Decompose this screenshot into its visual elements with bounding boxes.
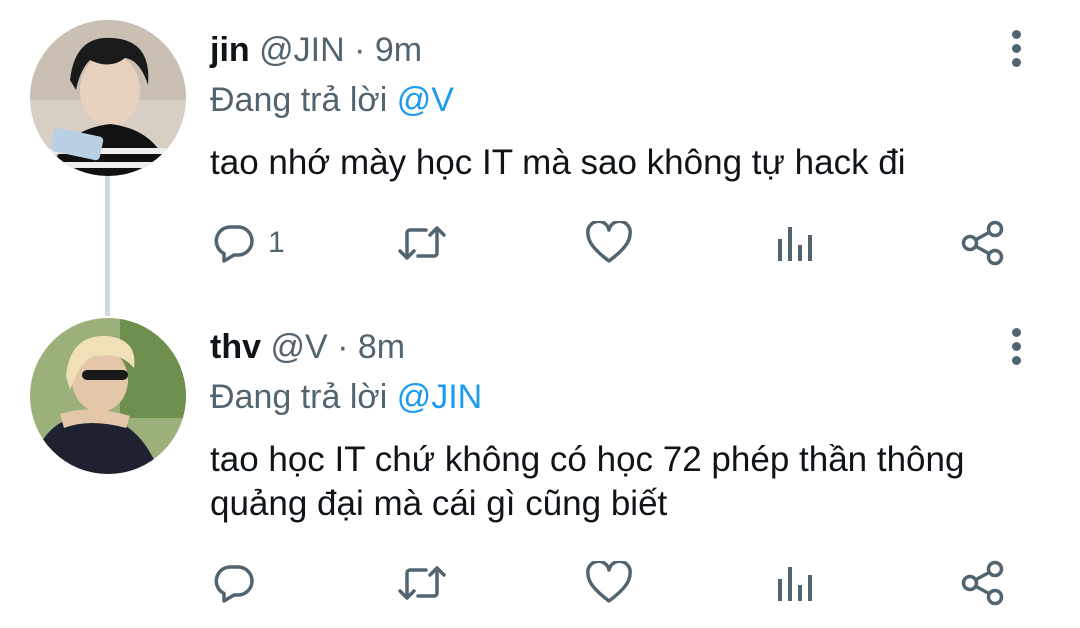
more-options-icon[interactable] bbox=[1004, 324, 1028, 368]
reply-icon bbox=[214, 225, 254, 263]
avatar-jin[interactable] bbox=[30, 20, 186, 176]
reply-count: 1 bbox=[268, 226, 285, 259]
handle[interactable]: @JIN bbox=[259, 31, 345, 69]
like-button[interactable] bbox=[585, 558, 633, 608]
tweet-actions: 1 bbox=[210, 218, 1040, 268]
analytics-icon bbox=[778, 567, 812, 601]
more-options-icon[interactable] bbox=[1004, 26, 1028, 70]
tweet-2[interactable]: thv @V · 8m Đang trả lời @JIN tao học IT… bbox=[0, 300, 1080, 628]
share-button[interactable] bbox=[960, 218, 1006, 268]
retweet-button[interactable] bbox=[396, 558, 448, 608]
tweet-header: jin @JIN · 9m bbox=[210, 30, 422, 70]
retweet-icon bbox=[398, 226, 446, 260]
replying-to: Đang trả lời @V bbox=[210, 80, 454, 120]
tweet-text: tao nhớ mày học IT mà sao không tự hack … bbox=[210, 143, 906, 182]
analytics-icon bbox=[778, 227, 812, 261]
timestamp[interactable]: 9m bbox=[375, 31, 422, 69]
avatar-thv[interactable] bbox=[30, 318, 186, 474]
display-name[interactable]: thv bbox=[210, 328, 261, 366]
like-icon bbox=[586, 561, 632, 603]
like-button[interactable] bbox=[585, 218, 633, 268]
reply-button[interactable] bbox=[212, 558, 268, 608]
timestamp[interactable]: 8m bbox=[358, 328, 405, 366]
tweet-actions bbox=[210, 558, 1040, 608]
mention-link[interactable]: @JIN bbox=[397, 378, 483, 416]
replying-label: Đang trả lời bbox=[210, 378, 388, 416]
display-name[interactable]: jin bbox=[210, 31, 250, 69]
reply-icon bbox=[214, 565, 254, 603]
tweet-1[interactable]: jin @JIN · 9m Đang trả lời @V tao nhớ mà… bbox=[0, 0, 1080, 300]
reply-button[interactable]: 1 bbox=[212, 218, 285, 268]
retweet-button[interactable] bbox=[396, 218, 448, 268]
share-icon bbox=[961, 560, 1004, 606]
tweet-text-line-2: quảng đại mà cái gì cũng biết bbox=[210, 484, 668, 523]
tweet-header: thv @V · 8m bbox=[210, 327, 405, 367]
replying-label: Đang trả lời bbox=[210, 81, 388, 119]
tweet-text: tao học IT chứ không có học 72 phép thần… bbox=[210, 438, 1050, 526]
tweet-text-line-1: tao học IT chứ không có học 72 phép thần… bbox=[210, 440, 965, 479]
analytics-button[interactable] bbox=[775, 218, 815, 268]
share-icon bbox=[961, 220, 1004, 266]
like-icon bbox=[586, 221, 632, 263]
handle[interactable]: @V bbox=[270, 328, 327, 366]
separator: · bbox=[354, 31, 366, 69]
share-button[interactable] bbox=[960, 558, 1006, 608]
retweet-icon bbox=[398, 566, 446, 600]
analytics-button[interactable] bbox=[775, 558, 815, 608]
mention-link[interactable]: @V bbox=[397, 81, 454, 119]
separator: · bbox=[337, 328, 349, 366]
replying-to: Đang trả lời @JIN bbox=[210, 377, 482, 417]
